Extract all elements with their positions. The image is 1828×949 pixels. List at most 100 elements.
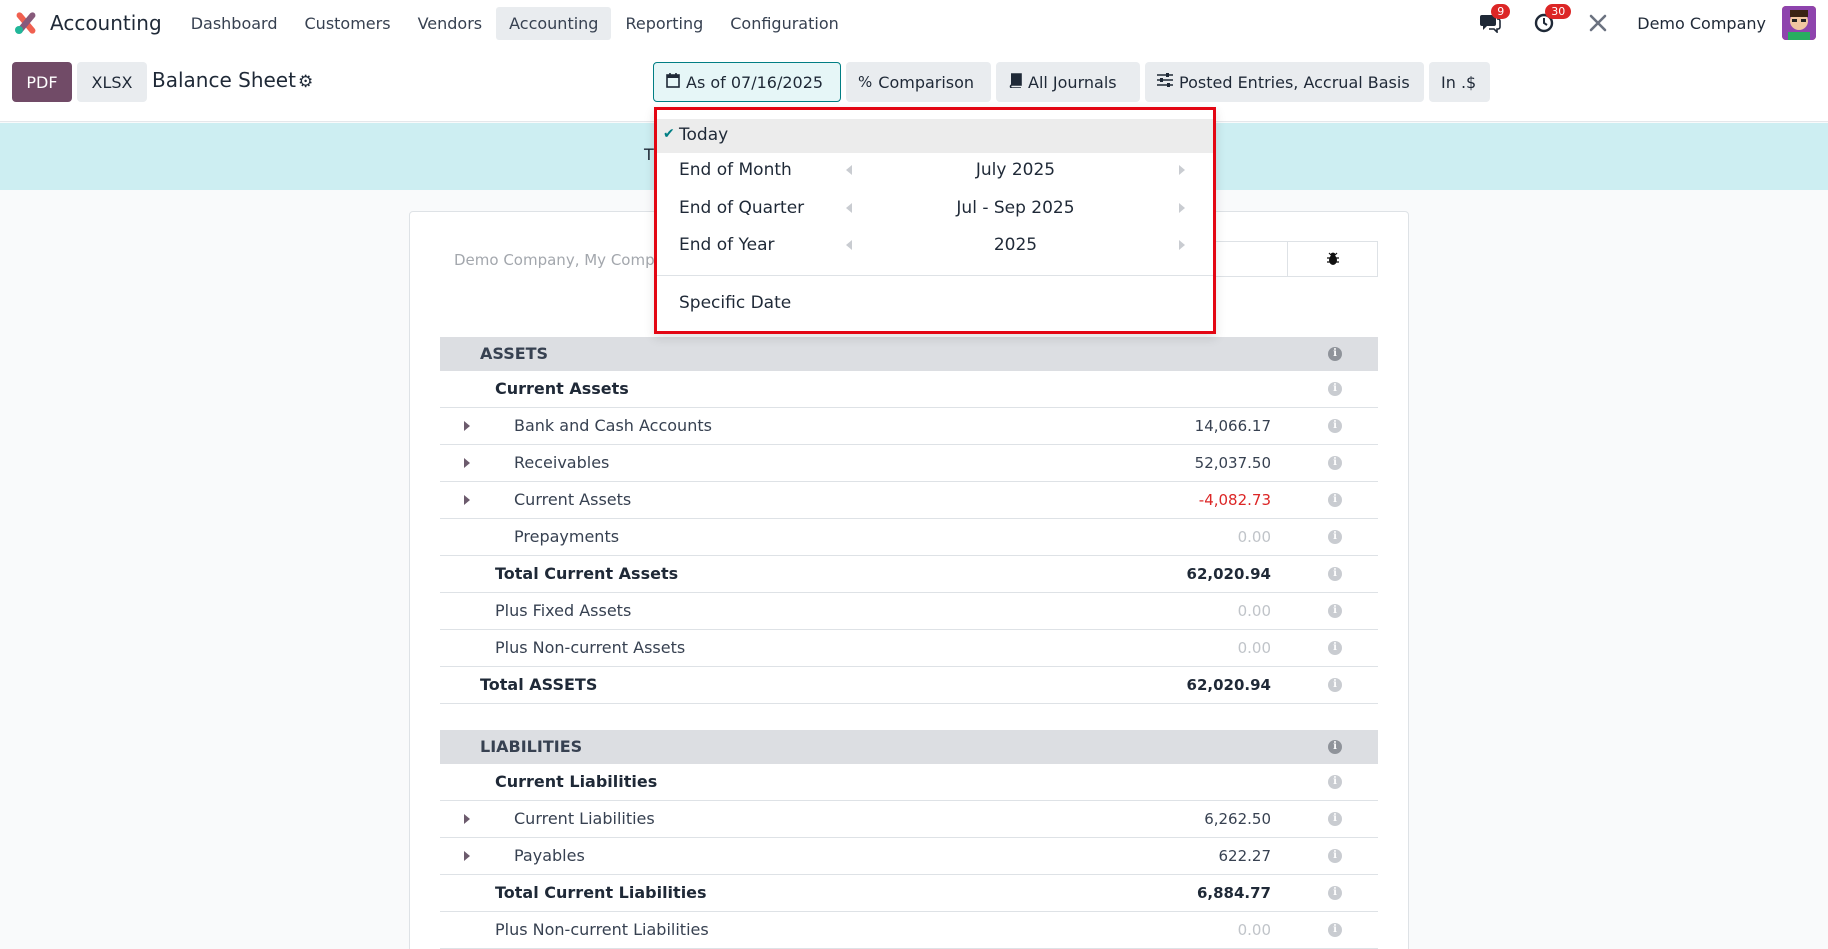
report-row: Total ASSETS 62,020.94 i bbox=[440, 667, 1378, 704]
info-icon[interactable]: i bbox=[1328, 678, 1342, 692]
info-icon[interactable]: i bbox=[1328, 641, 1342, 655]
info-icon[interactable]: i bbox=[1328, 812, 1342, 826]
info-icon[interactable]: i bbox=[1328, 530, 1342, 544]
info-icon[interactable]: i bbox=[1328, 347, 1342, 361]
row-amount[interactable]: 0.00 bbox=[1238, 602, 1271, 620]
row-amount[interactable]: 0.00 bbox=[1238, 639, 1271, 657]
report-row[interactable]: Receivables 52,037.50 i bbox=[440, 445, 1378, 482]
row-label: Current Liabilities bbox=[514, 809, 655, 828]
info-icon[interactable]: i bbox=[1328, 775, 1342, 789]
dd-option-end-of-quarter[interactable]: End of Quarter Jul - Sep 2025 bbox=[657, 192, 1213, 226]
info-icon[interactable]: i bbox=[1328, 419, 1342, 433]
dd-option-today[interactable]: ✔ Today bbox=[657, 119, 1213, 153]
report-row: Plus Non-current Assets 0.00 i bbox=[440, 630, 1378, 667]
entries-filter-button[interactable]: Posted Entries, Accrual Basis bbox=[1145, 62, 1424, 102]
date-filter-label: As of 07/16/2025 bbox=[686, 72, 824, 92]
row-label: Plus Non-current Assets bbox=[495, 638, 686, 657]
user-avatar[interactable] bbox=[1782, 6, 1816, 40]
month-next-arrow-icon[interactable] bbox=[1179, 165, 1185, 175]
check-icon: ✔ bbox=[663, 126, 675, 142]
row-amount[interactable]: 14,066.17 bbox=[1195, 417, 1271, 435]
activities-clock-icon[interactable]: 30 bbox=[1529, 4, 1572, 38]
expand-caret-icon[interactable] bbox=[464, 814, 470, 824]
debug-bug-icon[interactable] bbox=[1287, 241, 1378, 277]
liabilities-table: LIABILITIES i Current Liabilities i Current … bbox=[440, 730, 1378, 949]
row-amount[interactable]: 0.00 bbox=[1238, 921, 1271, 939]
row-label: Plus Fixed Assets bbox=[495, 601, 632, 620]
tools-icon[interactable] bbox=[1583, 8, 1613, 38]
menu-reporting[interactable]: Reporting bbox=[612, 7, 716, 40]
expand-caret-icon[interactable] bbox=[464, 851, 470, 861]
date-filter-button[interactable]: As of 07/16/2025 bbox=[653, 62, 841, 102]
messages-icon[interactable]: 9 bbox=[1475, 4, 1511, 38]
menu-dashboard[interactable]: Dashboard bbox=[178, 7, 291, 40]
row-amount[interactable]: -4,082.73 bbox=[1199, 491, 1271, 509]
info-icon[interactable]: i bbox=[1328, 567, 1342, 581]
report-row: Plus Non-current Liabilities 0.00 i bbox=[440, 912, 1378, 949]
report-row: Plus Fixed Assets 0.00 i bbox=[440, 593, 1378, 630]
row-amount[interactable]: 6,262.50 bbox=[1204, 810, 1271, 828]
report-section-row: ASSETS i bbox=[440, 337, 1378, 371]
row-label: Total ASSETS bbox=[480, 675, 598, 694]
currency-label: In .$ bbox=[1441, 72, 1477, 92]
report-row: Total Current Liabilities 6,884.77 i bbox=[440, 875, 1378, 912]
info-icon[interactable]: i bbox=[1328, 456, 1342, 470]
report-row: Current Assets i bbox=[440, 371, 1378, 408]
info-icon[interactable]: i bbox=[1328, 923, 1342, 937]
dd-option-end-of-year[interactable]: End of Year 2025 bbox=[657, 229, 1213, 263]
accounting-logo-icon[interactable] bbox=[12, 9, 40, 37]
currency-button[interactable]: In .$ bbox=[1429, 62, 1490, 102]
expand-caret-icon[interactable] bbox=[464, 421, 470, 431]
menu-customers[interactable]: Customers bbox=[292, 7, 404, 40]
top-navbar: Accounting Dashboard Customers Vendors A… bbox=[0, 0, 1828, 46]
page-title: Balance Sheet bbox=[152, 68, 296, 92]
expand-caret-icon[interactable] bbox=[464, 495, 470, 505]
expand-caret-icon[interactable] bbox=[464, 458, 470, 468]
menu-configuration[interactable]: Configuration bbox=[717, 7, 852, 40]
gear-icon[interactable]: ⚙ bbox=[298, 72, 313, 92]
assets-table: ASSETS i Current Assets i Bank and Cash Acco… bbox=[440, 337, 1378, 704]
company-switcher[interactable]: Demo Company bbox=[1637, 14, 1766, 33]
info-icon[interactable]: i bbox=[1328, 604, 1342, 618]
row-label: Bank and Cash Accounts bbox=[514, 416, 712, 435]
dd-option-specific-date[interactable]: Specific Date bbox=[657, 287, 1213, 321]
report-row[interactable]: Current Liabilities 6,262.50 i bbox=[440, 801, 1378, 838]
report-row[interactable]: Current Assets -4,082.73 i bbox=[440, 482, 1378, 519]
row-label: Receivables bbox=[514, 453, 610, 472]
menu-accounting[interactable]: Accounting bbox=[496, 6, 612, 40]
quarter-next-arrow-icon[interactable] bbox=[1179, 203, 1185, 213]
report-row: Total Current Assets 62,020.94 i bbox=[440, 556, 1378, 593]
menu-vendors[interactable]: Vendors bbox=[405, 7, 496, 40]
row-amount[interactable]: 6,884.77 bbox=[1197, 884, 1271, 902]
app-name[interactable]: Accounting bbox=[50, 11, 162, 35]
entries-filter-label: Posted Entries, Accrual Basis bbox=[1179, 72, 1410, 92]
xlsx-button[interactable]: XLSX bbox=[77, 62, 147, 102]
dd-option-end-of-month[interactable]: End of Month July 2025 bbox=[657, 154, 1213, 188]
comparison-button[interactable]: % Comparison bbox=[846, 62, 991, 102]
year-next-arrow-icon[interactable] bbox=[1179, 240, 1185, 250]
row-label: Total Current Assets bbox=[495, 564, 679, 583]
info-icon[interactable]: i bbox=[1328, 849, 1342, 863]
row-amount[interactable]: 622.27 bbox=[1219, 847, 1272, 865]
report-row[interactable]: Payables 622.27 i bbox=[440, 838, 1378, 875]
sliders-icon bbox=[1157, 73, 1173, 91]
row-label: Current Liabilities bbox=[495, 772, 658, 791]
row-amount[interactable]: 62,020.94 bbox=[1187, 565, 1271, 583]
dd-quarter-value: Jul - Sep 2025 bbox=[956, 198, 1075, 218]
row-amount[interactable]: 52,037.50 bbox=[1195, 454, 1271, 472]
dd-specific-date-label: Specific Date bbox=[679, 293, 792, 313]
info-icon[interactable]: i bbox=[1328, 382, 1342, 396]
report-row[interactable]: Bank and Cash Accounts 14,066.17 i bbox=[440, 408, 1378, 445]
row-label: Plus Non-current Liabilities bbox=[495, 920, 709, 939]
messages-badge: 9 bbox=[1491, 4, 1511, 19]
row-amount[interactable]: 62,020.94 bbox=[1187, 676, 1271, 694]
dd-end-of-month-label: End of Month bbox=[679, 160, 792, 180]
info-icon[interactable]: i bbox=[1328, 886, 1342, 900]
activities-badge: 30 bbox=[1545, 4, 1572, 19]
info-icon[interactable]: i bbox=[1328, 740, 1342, 754]
info-icon[interactable]: i bbox=[1328, 493, 1342, 507]
row-amount[interactable]: 0.00 bbox=[1238, 528, 1271, 546]
row-label: Prepayments bbox=[514, 527, 620, 546]
journals-button[interactable]: All Journals bbox=[996, 62, 1140, 102]
pdf-button[interactable]: PDF bbox=[12, 62, 72, 102]
